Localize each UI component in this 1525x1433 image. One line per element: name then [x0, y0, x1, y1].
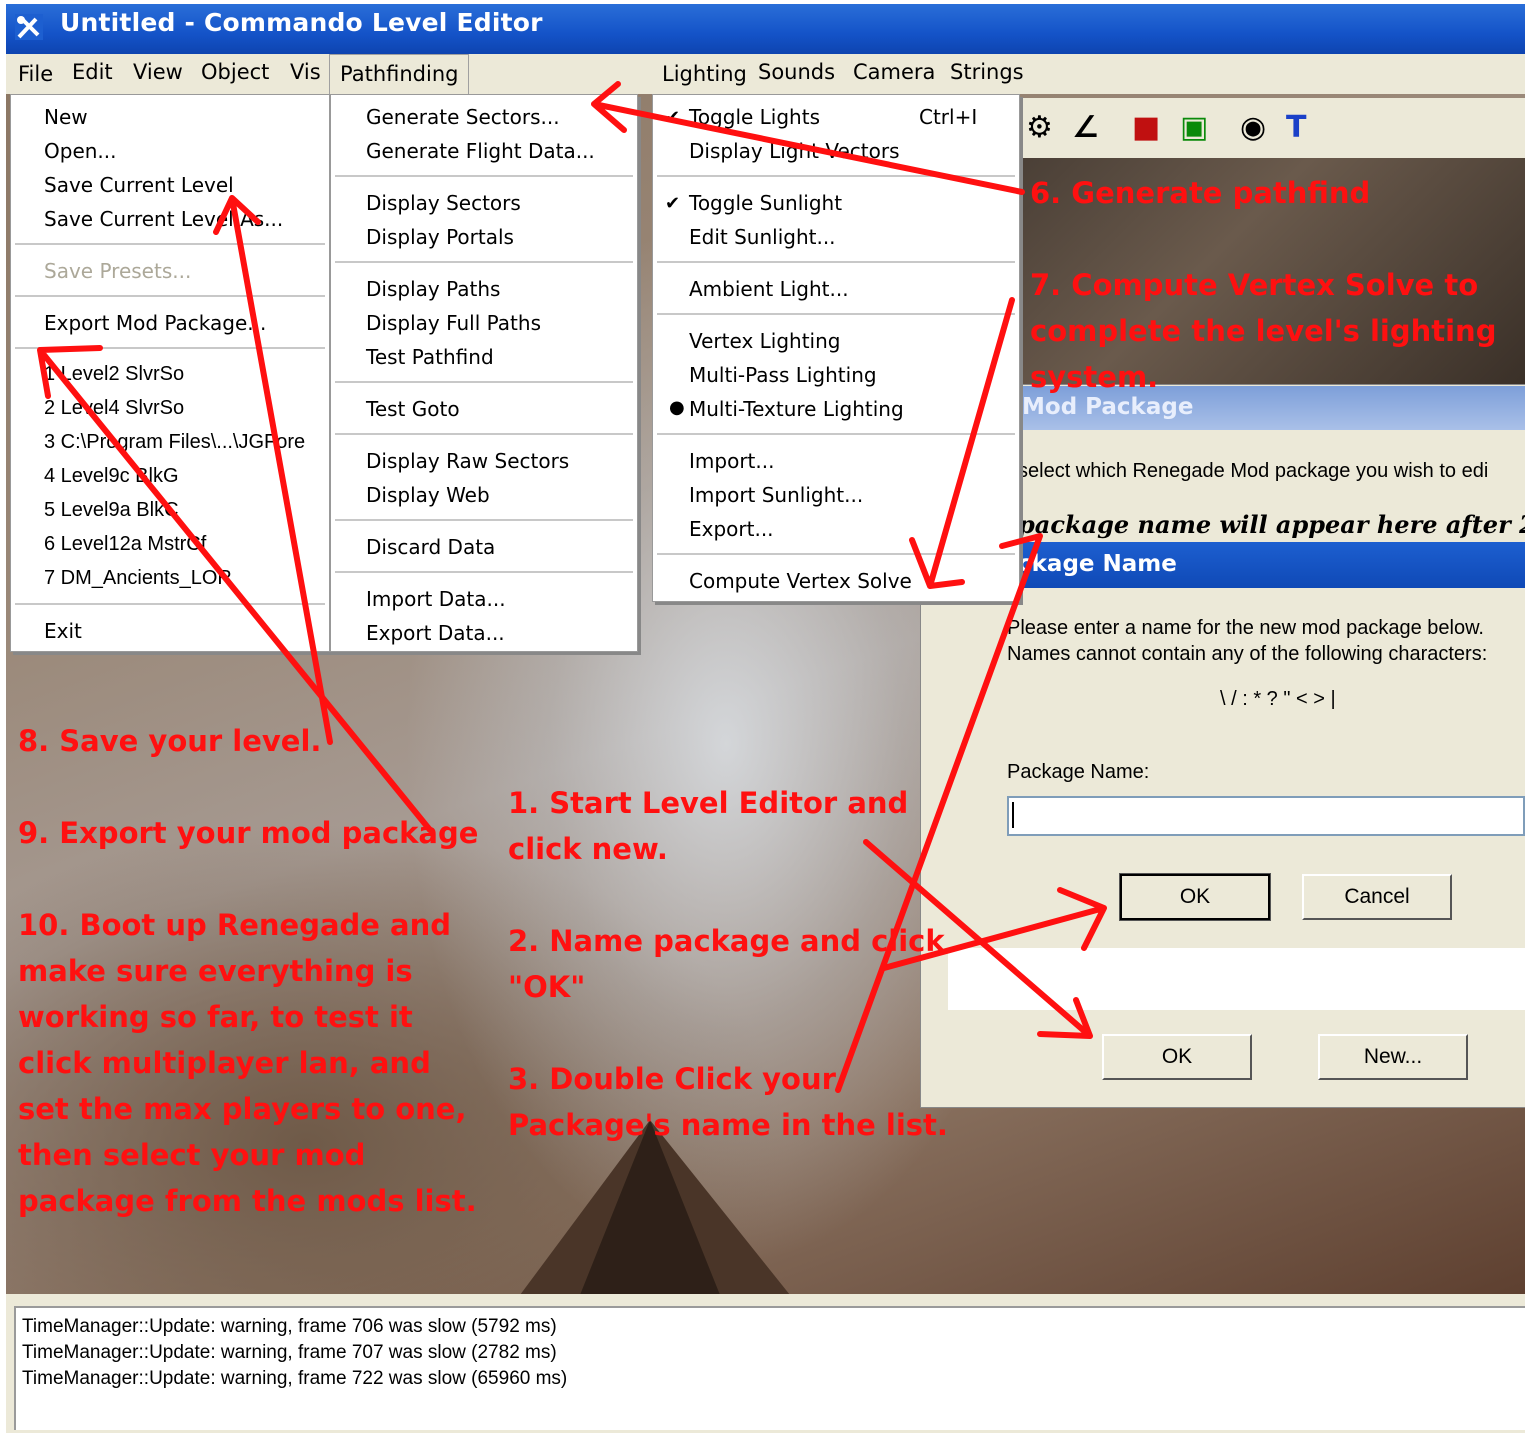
- note-step10-line1: 10. Boot up Renegade and: [18, 908, 452, 942]
- note-step10-line7: package from the mods list.: [18, 1184, 477, 1218]
- note-step6: 6. Generate pathfind: [1030, 176, 1371, 210]
- note-step3-line2: Package's name in the list.: [508, 1108, 948, 1142]
- note-step7-line2: complete the level's lighting: [1030, 314, 1497, 348]
- note-step10-line4: click multiplayer lan, and: [18, 1046, 431, 1080]
- note-step1-line2: click new.: [508, 832, 668, 866]
- note-step1-line1: 1. Start Level Editor and: [508, 786, 909, 820]
- note-step10-line6: then select your mod: [18, 1138, 366, 1172]
- note-step2-line1: 2. Name package and click: [508, 924, 945, 958]
- note-step9: 9. Export your mod package: [18, 816, 479, 850]
- note-step3-line1: 3. Double Click your: [508, 1062, 836, 1096]
- note-step8: 8. Save your level.: [18, 724, 322, 758]
- note-step7-line1: 7. Compute Vertex Solve to: [1030, 268, 1479, 302]
- note-step10-line2: make sure everything is: [18, 954, 413, 988]
- note-step10-line3: working so far, to test it: [18, 1000, 413, 1034]
- note-step10-line5: set the max players to one,: [18, 1092, 467, 1126]
- note-step7-line3: system.: [1030, 360, 1159, 394]
- note-step2-line2: "OK": [508, 970, 586, 1004]
